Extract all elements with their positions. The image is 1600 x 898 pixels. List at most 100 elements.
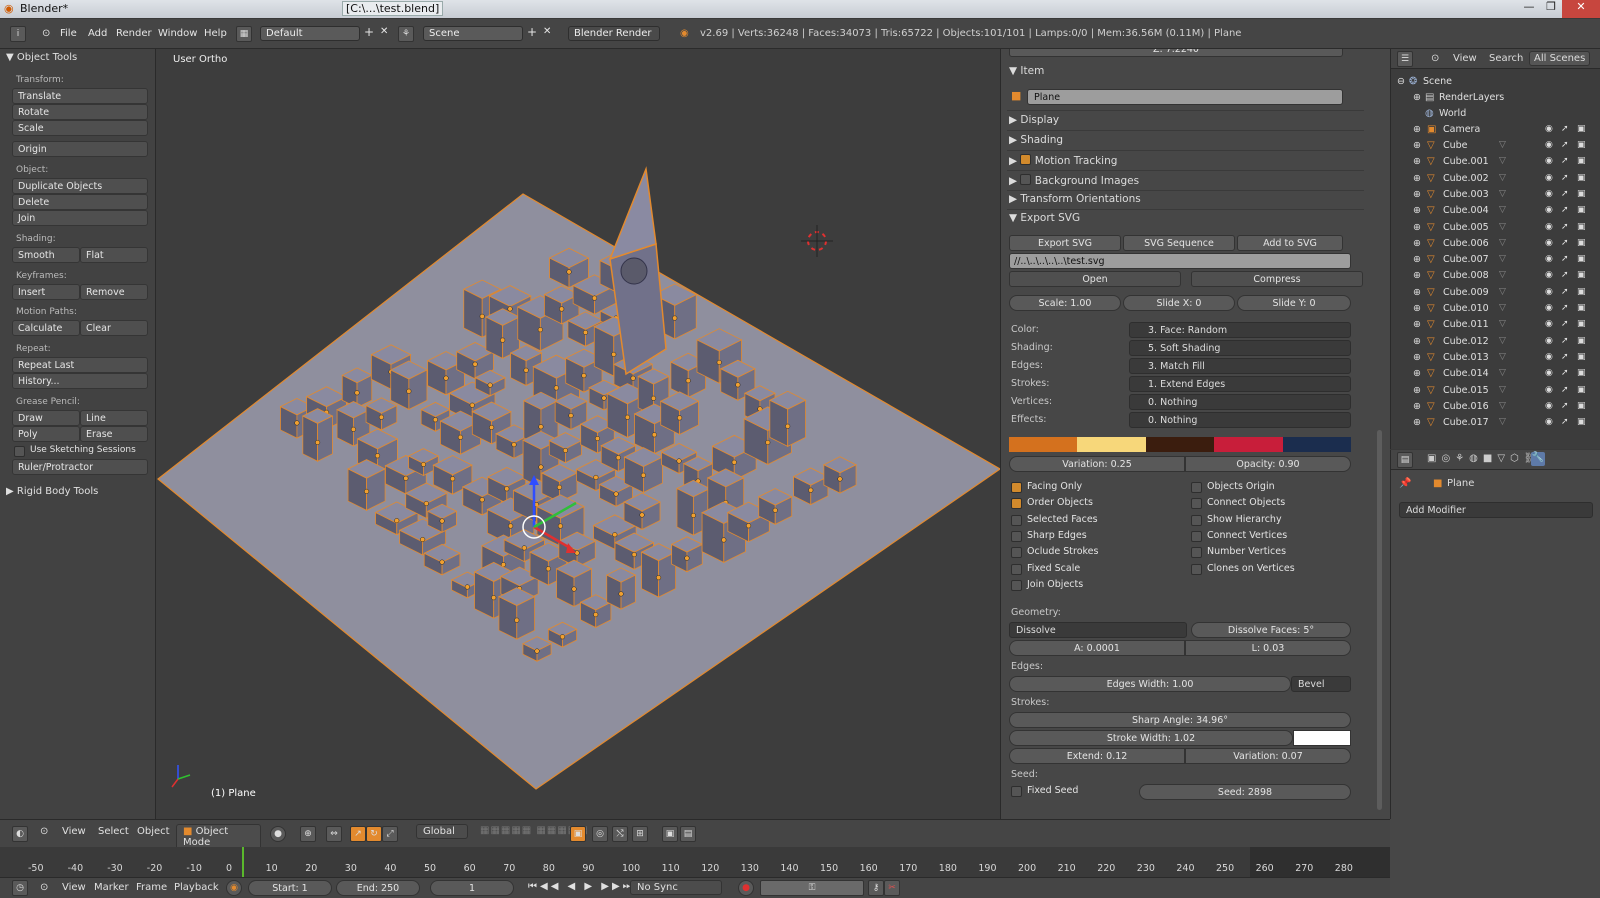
select-arrow-icon[interactable]: ➚ bbox=[1561, 254, 1569, 264]
expand-icon[interactable]: ⊕ bbox=[1413, 319, 1421, 330]
palette-swatch[interactable] bbox=[1077, 437, 1146, 452]
compress-button[interactable]: Compress bbox=[1191, 271, 1363, 287]
expand-icon[interactable]: ⊕ bbox=[1413, 254, 1421, 265]
add-scene-icon[interactable]: + bbox=[527, 25, 537, 39]
remove-layout-icon[interactable]: ✕ bbox=[380, 26, 388, 37]
expand-icon[interactable]: ⊕ bbox=[1413, 156, 1421, 167]
seed-field[interactable]: Seed: 2898 bbox=[1139, 784, 1351, 800]
panel-item-title[interactable]: ▼ Item bbox=[1009, 65, 1044, 77]
insert-keyframe-button[interactable]: Insert bbox=[12, 284, 80, 300]
remove-scene-icon[interactable]: ✕ bbox=[543, 26, 551, 37]
menu-file[interactable]: File bbox=[60, 28, 77, 39]
outliner-object-row[interactable]: ⊕ ▽ Cube.014 ▽ ◉ ➚ ▣ bbox=[1391, 366, 1600, 382]
erase-button[interactable]: Erase bbox=[80, 426, 148, 442]
duplicate-objects-button[interactable]: Duplicate Objects bbox=[12, 178, 148, 194]
outliner-object-row[interactable]: ⊕ ▽ Cube.010 ▽ ◉ ➚ ▣ bbox=[1391, 301, 1600, 317]
palette-swatch[interactable] bbox=[1145, 437, 1215, 452]
color-select[interactable]: 3. Face: Random bbox=[1129, 322, 1351, 338]
mesh-data-icon[interactable]: ▽ bbox=[1499, 336, 1506, 346]
panel-background-images[interactable]: ▶ Background Images bbox=[1009, 173, 1139, 187]
menu-object[interactable]: Object bbox=[137, 826, 170, 837]
origin-button[interactable]: Origin bbox=[12, 141, 148, 157]
select-arrow-icon[interactable]: ➚ bbox=[1561, 336, 1569, 346]
select-arrow-icon[interactable]: ➚ bbox=[1561, 222, 1569, 232]
visibility-eye-icon[interactable]: ◉ bbox=[1545, 189, 1553, 199]
use-sketching-checkbox[interactable] bbox=[14, 446, 25, 457]
option-checkbox[interactable] bbox=[1191, 498, 1202, 510]
render-anim-icon[interactable]: ▤ bbox=[680, 826, 696, 842]
expand-icon[interactable]: ⊕ bbox=[1413, 189, 1421, 200]
mesh-data-icon[interactable]: ▽ bbox=[1499, 401, 1506, 411]
join-button[interactable]: Join bbox=[12, 210, 148, 226]
rotate-button[interactable]: Rotate bbox=[12, 104, 148, 120]
outliner-object-row[interactable]: ⊕ ▽ Cube.016 ▽ ◉ ➚ ▣ bbox=[1391, 399, 1600, 415]
menu-window[interactable]: Window bbox=[158, 28, 197, 39]
outliner-object-row[interactable]: ⊕ ▽ Cube.001 ▽ ◉ ➚ ▣ bbox=[1391, 154, 1600, 170]
mesh-data-icon[interactable]: ▽ bbox=[1499, 156, 1506, 166]
outliner-object-row[interactable]: ⊕ ▽ Cube.009 ▽ ◉ ➚ ▣ bbox=[1391, 285, 1600, 301]
select-arrow-icon[interactable]: ➚ bbox=[1561, 401, 1569, 411]
layout-selector[interactable]: Default bbox=[260, 26, 360, 41]
repeat-last-button[interactable]: Repeat Last bbox=[12, 357, 148, 373]
display-mode-select[interactable]: All Scenes bbox=[1529, 51, 1591, 66]
mesh-data-icon[interactable]: ▽ bbox=[1499, 319, 1506, 329]
translate-button[interactable]: Translate bbox=[12, 88, 148, 104]
select-arrow-icon[interactable]: ➚ bbox=[1561, 319, 1569, 329]
dissolve-select[interactable]: Dissolve bbox=[1009, 622, 1187, 638]
object-name-field[interactable]: Plane bbox=[1027, 89, 1343, 105]
svg-path-field[interactable]: //..\..\..\..\..\test.svg bbox=[1009, 253, 1351, 269]
panel-motion-tracking[interactable]: ▶ Motion Tracking bbox=[1009, 153, 1117, 167]
outliner-object-row[interactable]: ⊕ ▽ Cube.008 ▽ ◉ ➚ ▣ bbox=[1391, 268, 1600, 284]
palette-swatch[interactable] bbox=[1282, 437, 1352, 452]
render-camera-icon[interactable]: ▣ bbox=[1577, 222, 1586, 232]
mesh-data-icon[interactable]: ▽ bbox=[1499, 270, 1506, 280]
panel-transform-orientations[interactable]: ▶ Transform Orientations bbox=[1009, 193, 1141, 205]
expand-icon[interactable]: ⊕ bbox=[1413, 352, 1421, 363]
clear-button[interactable]: Clear bbox=[80, 320, 148, 336]
delete-button[interactable]: Delete bbox=[12, 194, 148, 210]
viewport-shading-icon[interactable]: ● bbox=[270, 826, 286, 842]
layout-icon[interactable]: ▦ bbox=[236, 26, 252, 42]
visibility-eye-icon[interactable]: ◉ bbox=[1545, 352, 1553, 362]
translate-manip-icon[interactable]: ↗ bbox=[350, 826, 366, 842]
option-checkbox[interactable] bbox=[1191, 547, 1202, 559]
mesh-data-icon[interactable]: ▽ bbox=[1499, 303, 1506, 313]
open-button[interactable]: Open bbox=[1009, 271, 1181, 287]
vertices-select[interactable]: 0. Nothing bbox=[1129, 394, 1351, 410]
mesh-data-icon[interactable]: ▽ bbox=[1499, 238, 1506, 248]
option-checkbox[interactable] bbox=[1011, 498, 1022, 510]
select-arrow-icon[interactable]: ➚ bbox=[1561, 287, 1569, 297]
panel-display[interactable]: ▶ Display bbox=[1009, 114, 1059, 126]
outliner-editor-icon[interactable]: ☰ bbox=[1397, 51, 1413, 67]
option-checkbox[interactable] bbox=[1011, 579, 1022, 591]
add-layout-icon[interactable]: + bbox=[364, 25, 374, 39]
preview-range-icon[interactable]: ◉ bbox=[226, 880, 242, 896]
info-editor-icon[interactable]: i bbox=[10, 26, 26, 42]
mesh-data-icon[interactable]: ▽ bbox=[1499, 287, 1506, 297]
menu-help[interactable]: Help bbox=[204, 28, 227, 39]
insert-keyframe-icon[interactable]: ⚷ bbox=[868, 880, 884, 896]
expand-icon[interactable]: ⊕ bbox=[1413, 336, 1421, 347]
expand-icon[interactable]: ⊕ bbox=[1413, 238, 1421, 249]
dissolve-faces-field[interactable]: Dissolve Faces: 5° bbox=[1191, 622, 1351, 638]
orientation-select[interactable]: Global bbox=[416, 824, 468, 839]
menu-add[interactable]: Add bbox=[88, 28, 107, 39]
expand-icon[interactable]: ⊕ bbox=[1413, 222, 1421, 233]
visibility-eye-icon[interactable]: ◉ bbox=[1545, 222, 1553, 232]
option-checkbox[interactable] bbox=[1191, 514, 1202, 526]
l-field[interactable]: L: 0.03 bbox=[1185, 640, 1351, 656]
render-camera-icon[interactable]: ▣ bbox=[1577, 319, 1586, 329]
properties-editor-icon[interactable]: ▤ bbox=[1397, 452, 1413, 468]
record-icon[interactable]: ● bbox=[738, 880, 754, 896]
render-engine-select[interactable]: Blender Render bbox=[568, 26, 660, 41]
expand-icon[interactable]: ⊕ bbox=[1413, 140, 1421, 151]
visibility-eye-icon[interactable]: ◉ bbox=[1545, 238, 1553, 248]
keying-set-field[interactable]: ⚿ bbox=[760, 880, 864, 896]
menu-view[interactable]: View bbox=[62, 826, 86, 837]
properties-scrollbar[interactable] bbox=[1377, 430, 1382, 810]
menu-view[interactable]: View bbox=[62, 882, 86, 893]
select-arrow-icon[interactable]: ➚ bbox=[1561, 140, 1569, 150]
render-camera-icon[interactable]: ▣ bbox=[1577, 189, 1586, 199]
render-camera-icon[interactable]: ▣ bbox=[1577, 205, 1586, 215]
scale-field[interactable]: Scale: 1.00 bbox=[1009, 295, 1121, 311]
